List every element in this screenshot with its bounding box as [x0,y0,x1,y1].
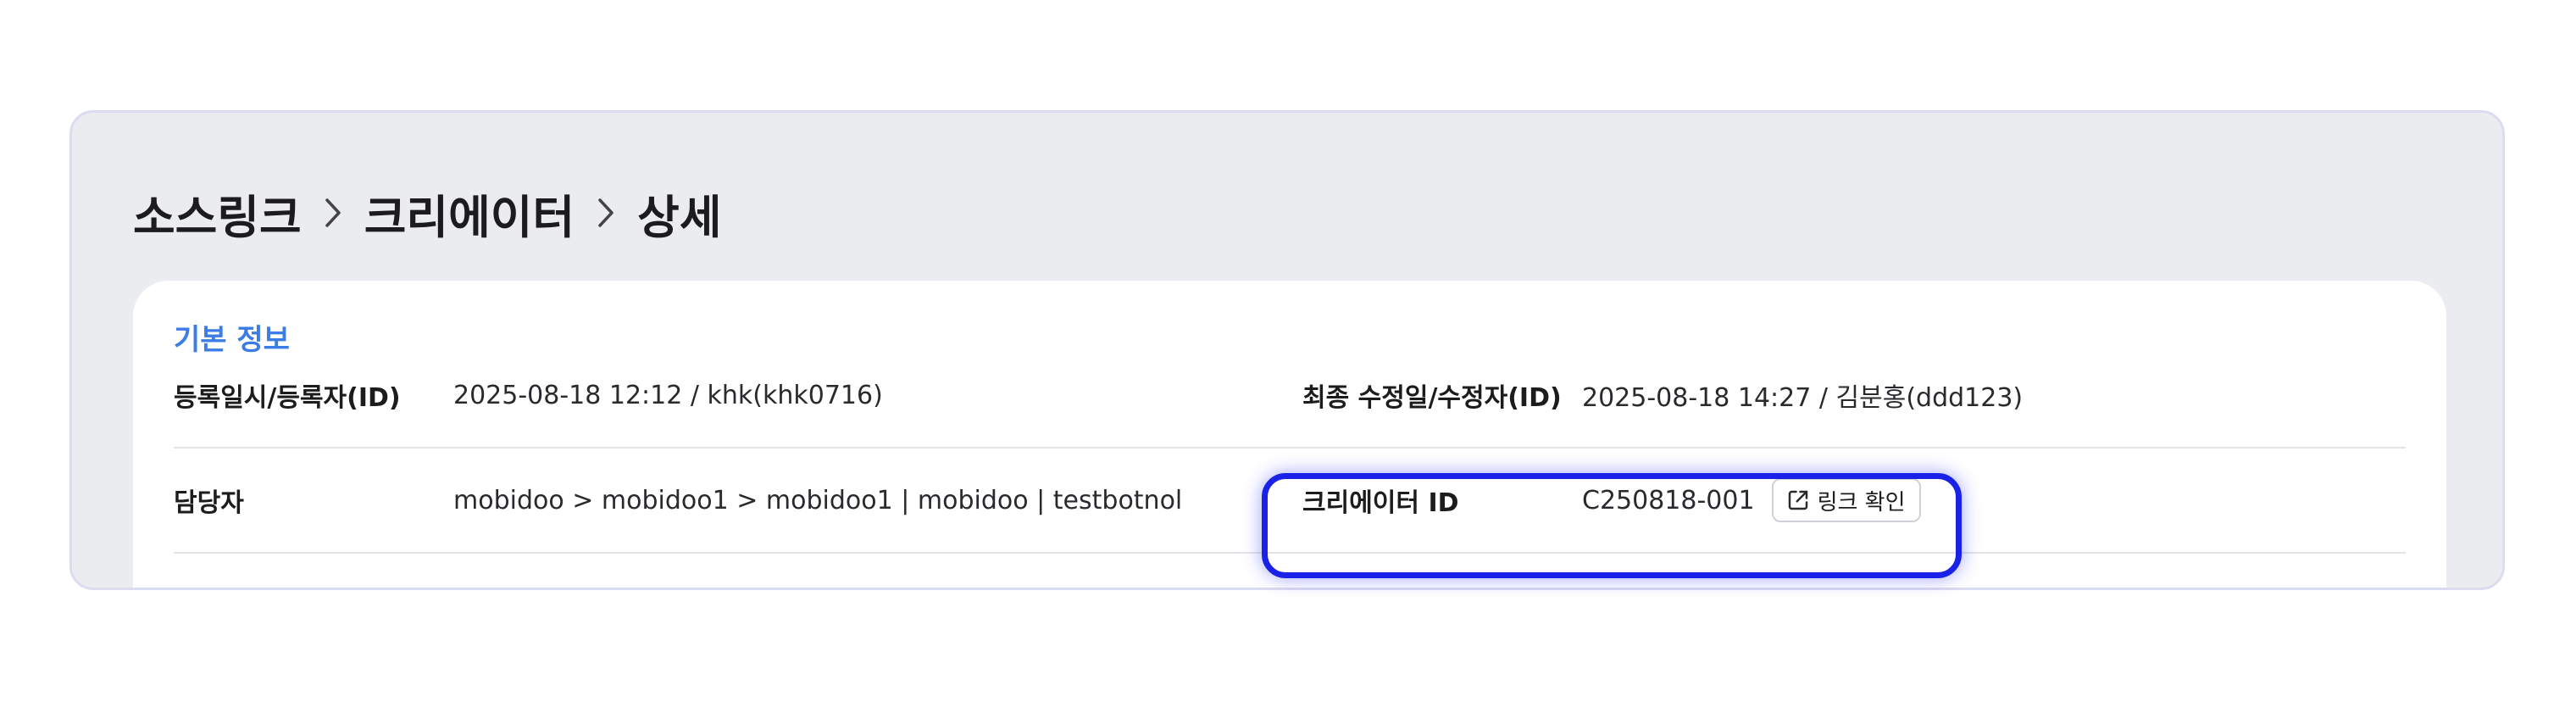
registered-label: 등록일시/등록자(ID) [174,383,401,413]
basic-info-card: 기본 정보 등록일시/등록자(ID) 2025-08-18 12:12 / kh… [133,281,2446,588]
info-row: 담당자 mobidoo > mobidoo1 > mobidoo1 | mobi… [174,448,2406,554]
creator-id-label: 크리에이터 ID [1302,488,1459,518]
breadcrumb-item-creator[interactable]: 크리에이터 [364,180,575,247]
chevron-right-icon [597,196,615,230]
detail-panel: 소스링크 크리에이터 상세 기본 정보 등록일시/등록자(ID) 2025-08… [69,110,2505,590]
registered-value: 2025-08-18 12:12 / khk(khk0716) [453,380,883,410]
chevron-right-icon [324,196,342,230]
breadcrumb-item-detail: 상세 [637,190,722,244]
modified-value: 2025-08-18 14:27 / 김분홍(ddd123) [1582,383,2024,413]
manager-value: mobidoo > mobidoo1 > mobidoo1 | mobidoo … [453,485,1183,515]
info-row: 등록일시/등록자(ID) 2025-08-18 12:12 / khk(khk0… [174,343,2406,448]
breadcrumb: 소스링크 크리에이터 상세 [133,172,722,254]
breadcrumb-item-sourcelink[interactable]: 소스링크 [133,180,302,247]
creator-id-cell: C250818-001 링크 확인 [1582,448,1921,552]
link-check-label: 링크 확인 [1817,489,1906,515]
link-check-button[interactable]: 링크 확인 [1771,478,1921,522]
modified-label: 최종 수정일/수정자(ID) [1302,383,1562,413]
external-link-icon [1788,490,1807,510]
manager-label: 담당자 [174,488,244,518]
creator-id-value: C250818-001 [1582,485,1755,515]
